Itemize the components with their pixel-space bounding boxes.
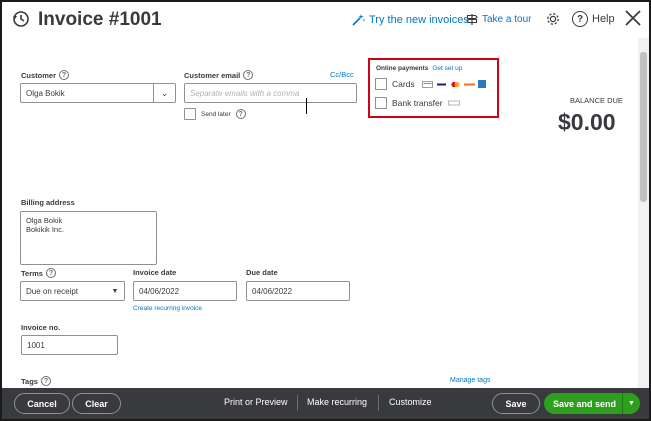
card-logos — [421, 80, 486, 88]
magic-wand-icon — [352, 14, 365, 26]
cards-checkbox[interactable] — [375, 78, 387, 90]
customer-value: Olga Bokik — [26, 88, 65, 98]
invoice-form: Customer ? Olga Bokik ⌄ Customer email ?… — [2, 38, 638, 388]
customize-button[interactable]: Customize — [389, 397, 432, 407]
terms-select[interactable]: Due on receipt ▼ — [20, 281, 125, 301]
create-recurring-invoice-link[interactable]: Create recurring invoice — [133, 305, 202, 312]
manage-tags-link[interactable]: Manage tags — [450, 377, 490, 384]
balance-due-label: BALANCE DUE — [570, 96, 623, 105]
mastercard-icon — [451, 81, 460, 87]
due-date-label: Due date — [246, 268, 278, 277]
chevron-down-icon[interactable]: ⌄ — [153, 84, 175, 102]
cancel-label: Cancel — [27, 398, 57, 409]
billing-address-label-text: Billing address — [21, 198, 75, 207]
page-title: Invoice #1001 — [38, 9, 162, 30]
cancel-button[interactable]: Cancel — [14, 393, 70, 414]
cards-option[interactable]: Cards — [375, 78, 486, 90]
header: Invoice #1001 Try the new invoices Take … — [2, 2, 649, 38]
send-later-label: Send later — [201, 110, 231, 118]
bank-transfer-option[interactable]: Bank transfer — [375, 97, 460, 109]
footer-divider — [297, 395, 298, 411]
clear-label: Clear — [85, 398, 108, 409]
scrollbar-thumb[interactable] — [640, 52, 647, 202]
print-or-preview-button[interactable]: Print or Preview — [224, 397, 288, 407]
cc-bcc-link[interactable]: Cc/Bcc — [330, 70, 354, 79]
try-new-invoices-link[interactable]: Try the new invoices — [352, 13, 469, 26]
cards-label: Cards — [392, 79, 415, 89]
get-set-up-link[interactable]: Get set up — [432, 65, 462, 72]
discover-icon — [463, 83, 475, 85]
info-icon[interactable]: ? — [243, 70, 254, 80]
send-later-checkbox[interactable]: Send later ? — [184, 108, 246, 120]
customer-email-placeholder: Separate emails with a comma — [190, 88, 300, 98]
help-label: Help — [592, 13, 615, 25]
tags-label: Tags ? — [21, 376, 51, 386]
caret-down-icon[interactable]: ▼ — [622, 393, 640, 414]
billing-address-textarea[interactable]: Olga Bokik Bokikik Inc. — [20, 211, 157, 265]
invoice-no-value: 1001 — [27, 340, 45, 350]
terms-label-text: Terms — [21, 268, 43, 278]
take-a-tour-link[interactable]: Take a tour — [466, 13, 531, 26]
save-and-send-label: Save and send — [553, 398, 617, 409]
due-date-label-text: Due date — [246, 268, 278, 277]
balance-due-amount: $0.00 — [558, 109, 616, 135]
billing-line-1: Olga Bokik — [26, 216, 63, 225]
terms-label: Terms ? — [21, 268, 56, 278]
vertical-scrollbar[interactable] — [638, 38, 649, 388]
invoice-no-label-text: Invoice no. — [21, 323, 61, 332]
customer-label: Customer ? — [21, 70, 70, 80]
send-later-box[interactable] — [184, 108, 196, 120]
caret-down-icon[interactable]: ▼ — [106, 282, 124, 300]
try-new-invoices-label: Try the new invoices — [369, 13, 469, 26]
save-label: Save — [505, 398, 527, 409]
bank-transfer-label: Bank transfer — [392, 98, 443, 108]
text-cursor — [306, 98, 307, 114]
billing-address-label: Billing address — [21, 198, 75, 207]
billing-line-2: Bokikik Inc. — [26, 225, 64, 234]
question-circle-icon: ? — [572, 11, 588, 27]
info-icon[interactable]: ? — [40, 376, 51, 386]
clear-button[interactable]: Clear — [72, 393, 121, 414]
invoice-date-label: Invoice date — [133, 268, 176, 277]
customer-select[interactable]: Olga Bokik ⌄ — [20, 83, 176, 103]
online-payments-box: Online payments Get set up Cards Bank tr… — [368, 58, 499, 118]
invoice-date-value: 04/06/2022 — [139, 286, 180, 296]
invoice-no-input[interactable]: 1001 — [21, 335, 118, 355]
customer-email-label: Customer email ? — [184, 70, 254, 80]
footer-toolbar: Cancel Clear Print or Preview Make recur… — [2, 388, 649, 419]
bank-card-icon — [421, 80, 433, 88]
invoice-date-label-text: Invoice date — [133, 268, 177, 277]
terms-value: Due on receipt — [26, 286, 79, 296]
gear-icon[interactable] — [545, 11, 561, 27]
footer-divider — [378, 395, 379, 411]
save-and-send-button[interactable]: Save and send ▼ — [544, 393, 640, 414]
customer-email-input[interactable]: Separate emails with a comma — [184, 83, 357, 103]
due-date-input[interactable]: 04/06/2022 — [246, 281, 350, 301]
info-icon[interactable]: ? — [235, 109, 246, 119]
take-a-tour-label: Take a tour — [482, 14, 532, 25]
tags-label-text: Tags — [21, 376, 38, 386]
invoice-no-label: Invoice no. — [21, 323, 60, 332]
online-payments-title-text: Online payments — [376, 65, 429, 72]
history-icon[interactable] — [12, 10, 30, 28]
visa-icon — [435, 80, 447, 88]
amex-icon — [477, 80, 486, 88]
invoice-date-input[interactable]: 04/06/2022 — [133, 281, 237, 301]
close-icon[interactable] — [624, 9, 642, 27]
customer-email-label-text: Customer email — [184, 70, 241, 80]
customer-label-text: Customer — [21, 70, 57, 80]
info-icon[interactable]: ? — [45, 268, 56, 278]
bank-icon — [447, 100, 460, 106]
bank-transfer-checkbox[interactable] — [375, 97, 387, 109]
info-icon[interactable]: ? — [59, 70, 70, 80]
save-button[interactable]: Save — [492, 393, 540, 414]
online-payments-title: Online payments Get set up — [376, 65, 462, 72]
due-date-value: 04/06/2022 — [252, 286, 293, 296]
make-recurring-button[interactable]: Make recurring — [307, 397, 367, 407]
invoice-window: Invoice #1001 Try the new invoices Take … — [0, 0, 651, 421]
signpost-icon — [466, 14, 478, 25]
help-button[interactable]: ? Help — [572, 11, 615, 27]
